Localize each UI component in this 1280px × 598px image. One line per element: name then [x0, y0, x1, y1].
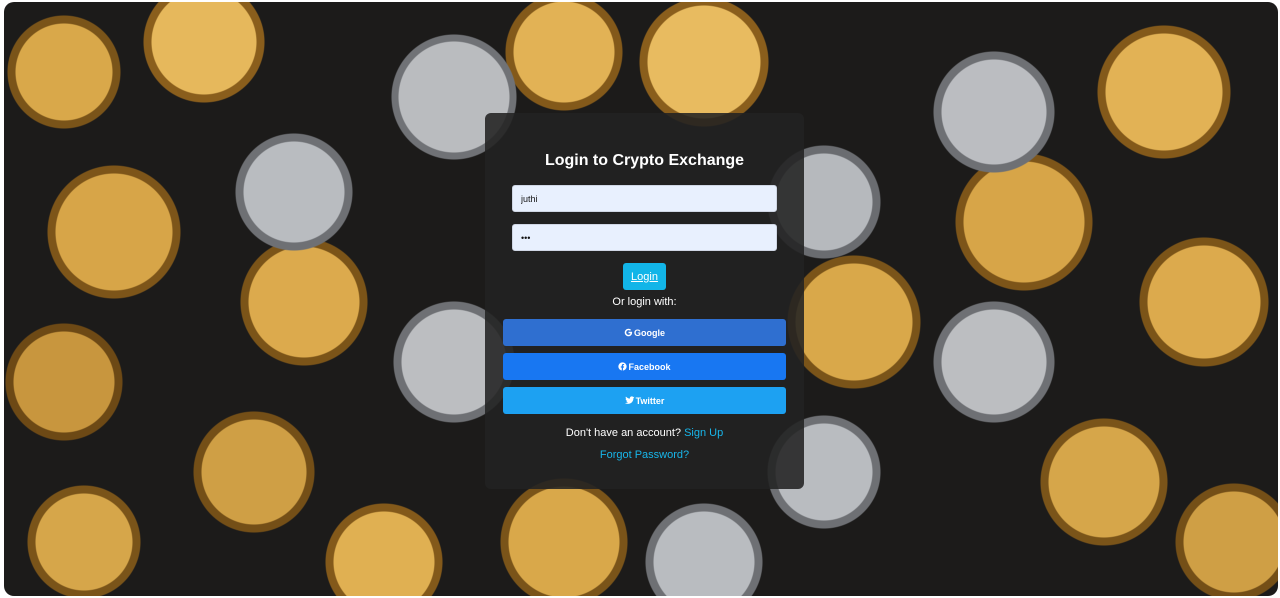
twitter-label: Twitter — [635, 395, 665, 406]
facebook-label: Facebook — [628, 361, 671, 372]
signup-link[interactable]: Sign Up — [684, 427, 723, 439]
forgot-password-link[interactable]: Forgot Password? — [600, 448, 689, 462]
password-input[interactable] — [512, 224, 777, 251]
google-login-button[interactable]: Google — [503, 319, 786, 346]
or-login-with-label: Or login with: — [612, 296, 677, 308]
login-card: Login to Crypto Exchange Login Or login … — [485, 113, 804, 489]
twitter-icon — [624, 396, 635, 405]
facebook-icon — [618, 362, 628, 371]
signup-prompt-text: Don't have an account? — [565, 427, 682, 439]
twitter-login-button[interactable]: Twitter — [503, 387, 786, 414]
google-label: Google — [634, 327, 665, 338]
facebook-login-button[interactable]: Facebook — [503, 353, 786, 380]
google-icon — [624, 328, 633, 337]
page-title: Login to Crypto Exchange — [544, 152, 745, 169]
signup-prompt: Don't have an account? Sign Up — [485, 426, 804, 440]
page-background: Login to Crypto Exchange Login Or login … — [4, 2, 1278, 596]
username-input[interactable] — [512, 185, 777, 212]
login-button[interactable]: Login — [623, 263, 666, 290]
